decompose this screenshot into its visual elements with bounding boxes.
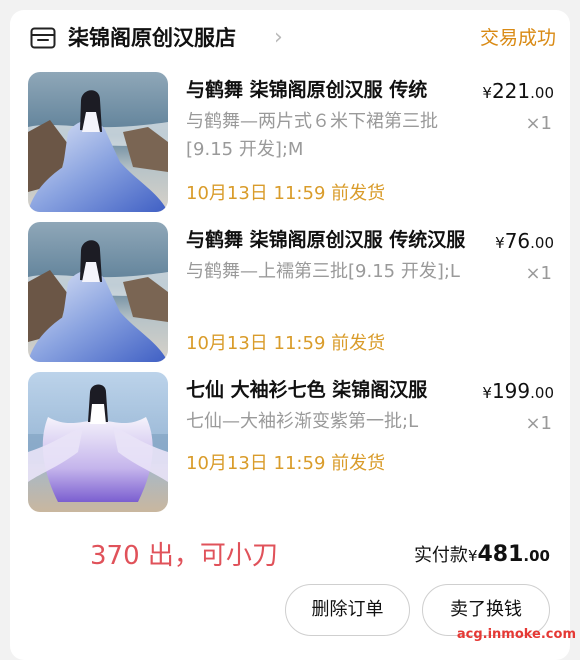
- watermark: acg.inmoke.com: [456, 627, 576, 642]
- product-title[interactable]: 与鹤舞 柒锦阁原创汉服 传统汉服: [186, 226, 471, 254]
- product-image[interactable]: [28, 372, 168, 512]
- product-price: ¥76.00: [495, 227, 554, 257]
- product-quantity: ×1: [525, 113, 552, 134]
- product-quantity: ×1: [525, 263, 552, 284]
- shipping-deadline: 10月13日 11:59 前发货: [186, 333, 386, 354]
- total-integer: 481: [477, 542, 524, 567]
- price-currency: ¥: [482, 384, 492, 402]
- total-label: 实付款: [413, 545, 468, 566]
- price-decimal: .00: [530, 84, 554, 102]
- price-integer: 221: [491, 79, 531, 103]
- store-icon[interactable]: [30, 27, 56, 49]
- order-status: 交易成功: [479, 27, 556, 49]
- product-title[interactable]: 与鹤舞 柒锦阁原创汉服 传统: [186, 76, 471, 104]
- price-integer: 199: [491, 379, 531, 403]
- order-item[interactable]: 七仙 大袖衫七色 柒锦阁汉服 ¥199.00 七仙—大袖衫渐变紫第一批;L ×1…: [10, 372, 570, 512]
- order-header: 柒锦阁原创汉服店 › 交易成功: [10, 10, 570, 66]
- product-price: ¥221.00: [482, 77, 554, 107]
- product-image[interactable]: [28, 222, 168, 362]
- seller-note: 370 出，可小刀: [90, 541, 278, 571]
- order-item[interactable]: 与鹤舞 柒锦阁原创汉服 传统汉服 ¥76.00 与鹤舞—上襦第三批[9.15 开…: [10, 222, 570, 362]
- shipping-deadline: 10月13日 11:59 前发货: [186, 453, 386, 474]
- product-image[interactable]: [28, 72, 168, 212]
- order-item[interactable]: 与鹤舞 柒锦阁原创汉服 传统 ¥221.00 与鹤舞—两片式６米下裙第三批[9.…: [10, 72, 570, 212]
- order-card: 柒锦阁原创汉服店 › 交易成功 与鹤舞 柒锦阁原创汉服 传统 ¥221.00 与…: [10, 10, 570, 660]
- product-title[interactable]: 七仙 大袖衫七色 柒锦阁汉服: [186, 376, 471, 404]
- product-spec: 与鹤舞—两片式６米下裙第三批[9.15 开发];M: [186, 111, 438, 160]
- price-decimal: .00: [530, 384, 554, 402]
- product-price: ¥199.00: [482, 377, 554, 407]
- product-spec: 与鹤舞—上襦第三批[9.15 开发];L: [186, 261, 460, 282]
- delete-order-button[interactable]: 删除订单: [285, 584, 410, 636]
- store-name[interactable]: 柒锦阁原创汉服店: [68, 24, 236, 52]
- price-currency: ¥: [482, 84, 492, 102]
- product-spec: 七仙—大袖衫渐变紫第一批;L: [186, 411, 419, 432]
- total-paid: 实付款¥481.00: [414, 540, 550, 571]
- shipping-deadline: 10月13日 11:59 前发货: [186, 183, 386, 204]
- price-decimal: .00: [530, 234, 554, 252]
- price-integer: 76: [504, 229, 531, 253]
- price-currency: ¥: [495, 234, 505, 252]
- chevron-right-icon[interactable]: ›: [274, 24, 283, 52]
- total-decimal: .00: [523, 547, 550, 565]
- product-quantity: ×1: [525, 413, 552, 434]
